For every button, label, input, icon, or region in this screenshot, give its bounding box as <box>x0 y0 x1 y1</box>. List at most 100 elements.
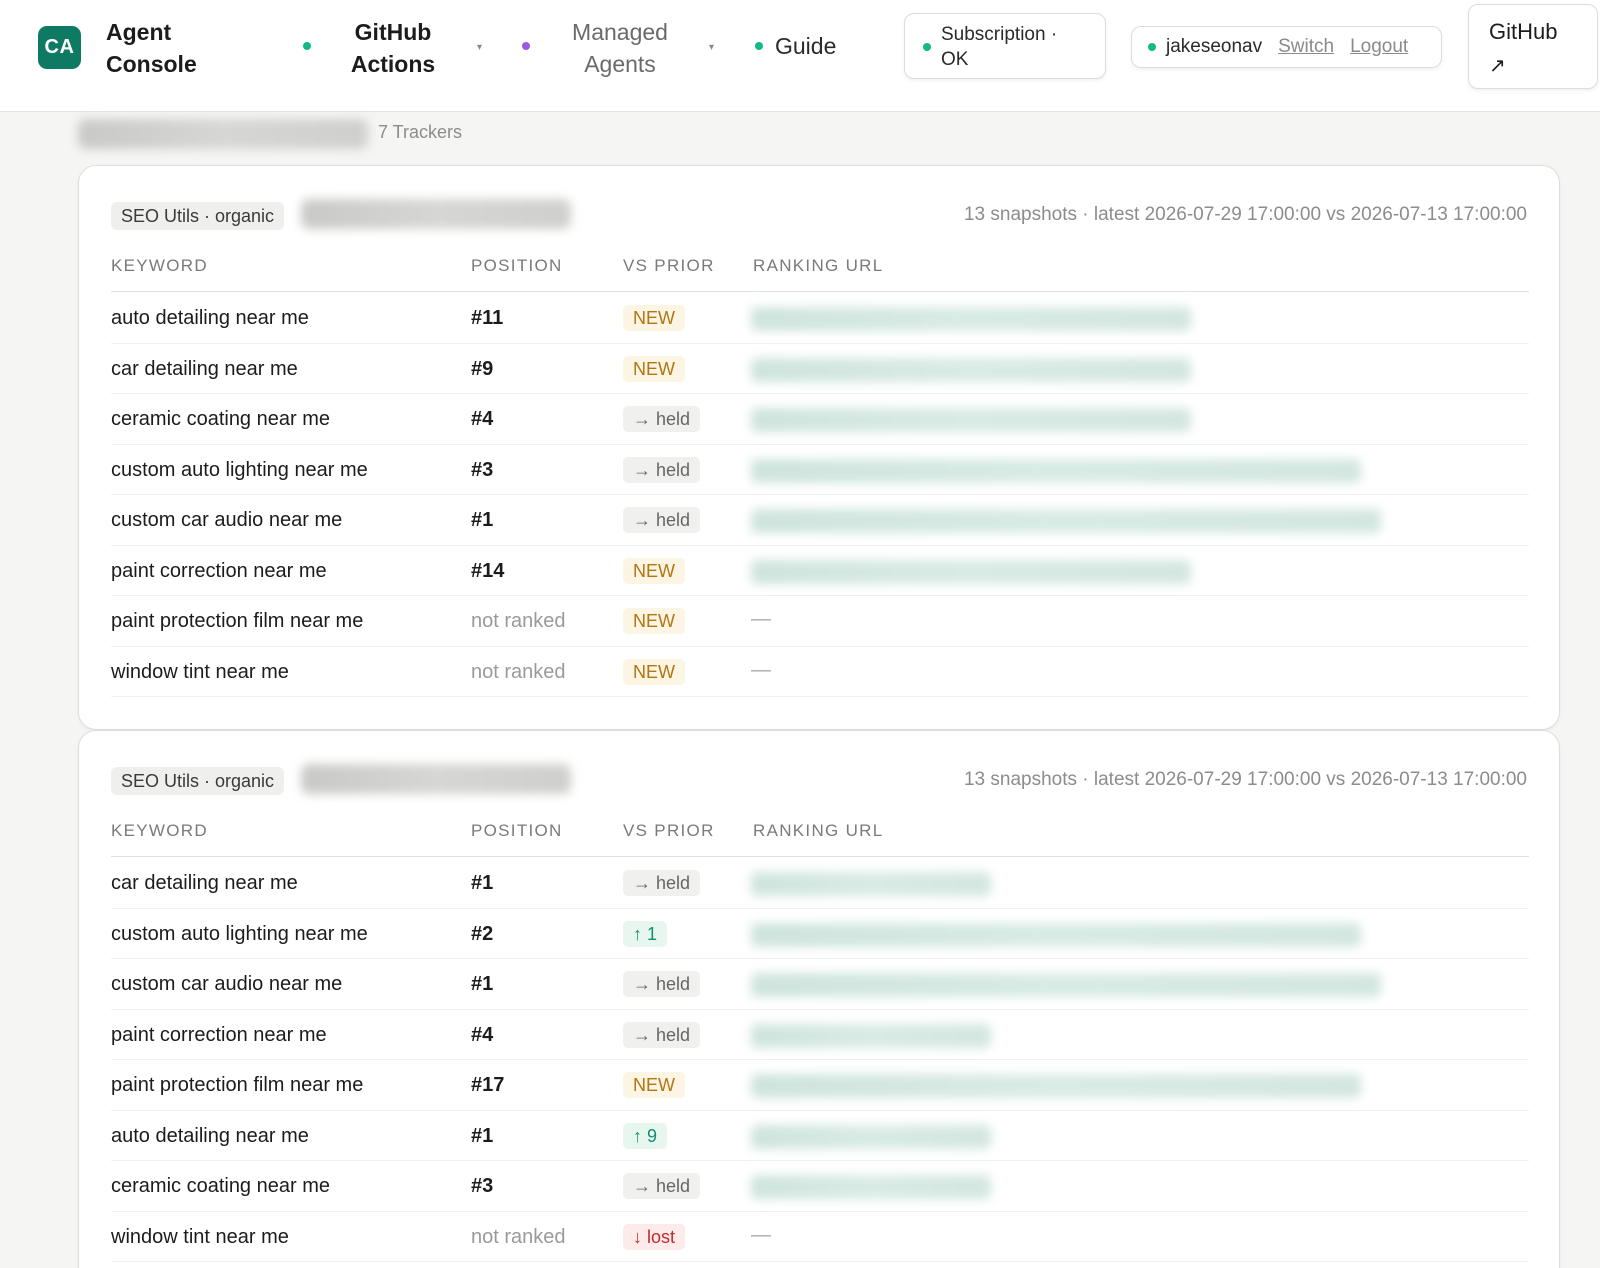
keyword-cell: car detailing near me <box>111 872 298 894</box>
col-position: POSITION <box>471 821 563 840</box>
redacted-ranking-url[interactable] <box>751 357 1191 382</box>
tracker-tag: SEO Utils · organic <box>111 202 285 230</box>
keyword-cell: auto detailing near me <box>111 1124 309 1147</box>
table-row[interactable]: car detailing near me #1 → held <box>111 858 1529 909</box>
keyword-cell: paint protection film near me <box>111 610 364 632</box>
keyword-cell: custom car audio near me <box>111 509 343 531</box>
table-row[interactable]: custom car audio near me #1 → held <box>111 495 1529 546</box>
redacted-ranking-url[interactable] <box>751 922 1361 947</box>
col-position: POSITION <box>471 256 563 275</box>
keyword-cell: car detailing near me <box>111 357 298 380</box>
table-row[interactable]: paint correction near me #4 → held <box>111 1010 1529 1060</box>
table-row[interactable]: custom car audio near me #1 → held <box>111 959 1529 1010</box>
logout-link[interactable]: Logout <box>1350 36 1408 58</box>
chevron-down-icon[interactable]: ▾ <box>709 42 714 53</box>
status-ok-dot-icon <box>923 43 931 51</box>
redacted-ranking-url[interactable] <box>751 1124 991 1149</box>
subscription-label: Subscription · <box>941 24 1058 45</box>
keyword-cell: window tint near me <box>111 1225 289 1248</box>
table-row[interactable]: custom auto lighting near me #3 → held <box>111 445 1529 495</box>
keyword-cell: custom auto lighting near me <box>111 458 368 481</box>
change-badge: NEW <box>623 355 685 382</box>
change-badge: ↑ 9 <box>623 1122 668 1149</box>
subscription-value: OK <box>941 49 969 70</box>
col-keyword: KEYWORD <box>111 256 208 275</box>
position-cell: #4 <box>471 408 494 430</box>
table-row[interactable]: paint protection film near me #17 NEW <box>111 1060 1529 1111</box>
position-cell: #1 <box>471 872 494 894</box>
change-badge: → held <box>623 406 701 432</box>
keyword-table: car detailing near me #1 → held custom a… <box>111 858 1529 1262</box>
table-row[interactable]: ceramic coating near me #4 → held <box>111 394 1529 445</box>
redacted-ranking-url[interactable] <box>751 408 1191 432</box>
change-badge: NEW <box>623 305 685 331</box>
tracker-card: SEO Utils · organic 13 snapshots · latest… <box>78 730 1560 1268</box>
change-badge: NEW <box>623 1072 685 1098</box>
table-row[interactable]: car detailing near me #9 NEW <box>111 344 1529 394</box>
redacted-ranking-url[interactable] <box>751 1175 991 1199</box>
table-row[interactable]: custom auto lighting near me #2 ↑ 1 <box>111 909 1529 959</box>
position-cell: not ranked <box>471 660 566 683</box>
redacted-ranking-url[interactable] <box>751 509 1381 533</box>
position-cell: #11 <box>471 307 504 329</box>
change-badge: → held <box>623 1173 701 1199</box>
position-cell: #1 <box>471 1124 494 1147</box>
change-badge: ↑ 1 <box>623 920 668 947</box>
nav-guide[interactable]: Guide <box>775 30 836 62</box>
nav-guide-label: Guide <box>775 33 837 59</box>
position-cell: #14 <box>471 559 505 582</box>
app-brand[interactable]: Agent Console <box>106 16 197 80</box>
position-cell: #3 <box>471 458 494 481</box>
user-account: jakeseonav Switch Logout <box>1131 26 1442 68</box>
table-row[interactable]: ceramic coating near me #3 → held <box>111 1161 1529 1212</box>
subscription-status[interactable]: Subscription · OK <box>904 13 1106 79</box>
table-row[interactable]: auto detailing near me #11 NEW <box>111 293 1529 344</box>
snapshot-meta: 13 snapshots · latest 2026-07-29 17:00:0… <box>963 769 1527 790</box>
redacted-ranking-url[interactable] <box>751 559 1191 584</box>
redacted-domain <box>78 119 368 149</box>
keyword-cell: ceramic coating near me <box>111 1175 330 1197</box>
status-dot-icon <box>522 42 530 50</box>
position-cell: #1 <box>471 509 494 531</box>
nav-managed-agents-line2: Agents <box>584 51 656 77</box>
keyword-cell: paint correction near me <box>111 1023 327 1046</box>
no-url-dash: — <box>751 1223 771 1246</box>
table-row[interactable]: window tint near me not ranked NEW — <box>111 647 1529 697</box>
change-badge: ↓ lost <box>623 1223 686 1250</box>
chevron-down-icon[interactable]: ▾ <box>477 42 482 53</box>
table-row[interactable]: paint protection film near me not ranked… <box>111 596 1529 647</box>
tracker-count: 7 Trackers <box>378 122 463 142</box>
position-cell: not ranked <box>471 610 566 632</box>
redacted-ranking-url[interactable] <box>751 872 991 896</box>
switch-link[interactable]: Switch <box>1278 36 1334 58</box>
position-cell: #9 <box>471 357 494 380</box>
table-row[interactable]: paint correction near me #14 NEW <box>111 546 1529 596</box>
change-badge: NEW <box>623 608 685 634</box>
redacted-ranking-url[interactable] <box>751 1023 991 1048</box>
redacted-ranking-url[interactable] <box>751 307 1191 331</box>
change-badge: → held <box>623 971 701 997</box>
redacted-ranking-url[interactable] <box>751 973 1381 997</box>
status-dot-icon <box>755 42 763 50</box>
github-button[interactable]: GitHub ↗ <box>1468 4 1598 89</box>
github-button-label: GitHub <box>1489 19 1558 44</box>
position-cell: #4 <box>471 1023 494 1046</box>
status-dot-icon <box>303 42 311 50</box>
app-logo[interactable]: CA <box>38 26 81 69</box>
change-badge: NEW <box>623 557 685 584</box>
redacted-ranking-url[interactable] <box>751 458 1361 483</box>
tracker-card: SEO Utils · organic 13 snapshots · latest… <box>78 165 1560 730</box>
change-badge: → held <box>623 507 701 533</box>
table-row[interactable]: window tint near me not ranked ↓ lost — <box>111 1212 1529 1262</box>
external-link-icon: ↗ <box>1489 55 1506 77</box>
nav-managed-agents[interactable]: Managed Agents <box>568 16 672 80</box>
nav-github-actions-line2: Actions <box>350 51 436 77</box>
keyword-cell: ceramic coating near me <box>111 408 330 430</box>
tracker-tag: SEO Utils · organic <box>111 767 285 795</box>
nav-github-actions[interactable]: GitHub Actions <box>348 16 438 80</box>
keyword-cell: paint protection film near me <box>111 1074 364 1096</box>
position-cell: not ranked <box>471 1225 566 1248</box>
table-row[interactable]: auto detailing near me #1 ↑ 9 <box>111 1111 1529 1161</box>
table-header: KEYWORD POSITION VS PRIOR RANKING URL <box>111 821 1529 857</box>
redacted-ranking-url[interactable] <box>751 1074 1361 1098</box>
